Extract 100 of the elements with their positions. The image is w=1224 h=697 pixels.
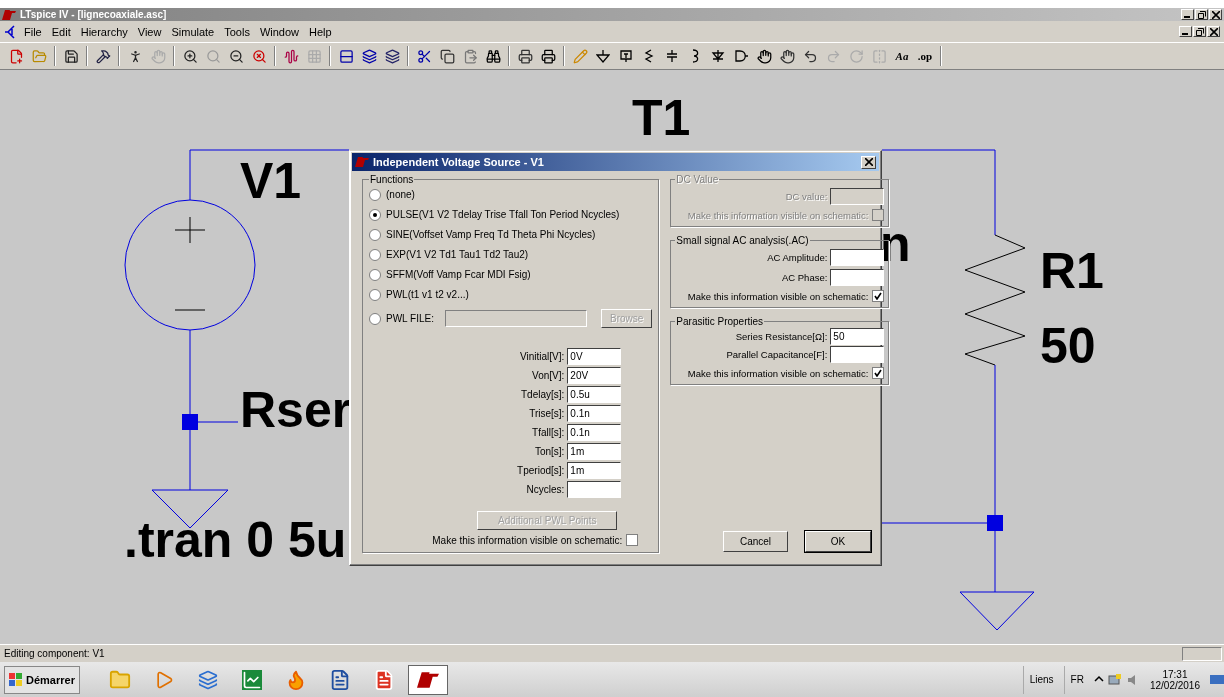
- copy-icon: [439, 48, 455, 64]
- tray-button[interactable]: FR: [1063, 665, 1090, 694]
- tile-icon: [338, 48, 354, 64]
- input-field[interactable]: [830, 269, 885, 286]
- menu-item[interactable]: Simulate: [167, 24, 219, 39]
- input-field[interactable]: 0V: [567, 348, 622, 365]
- menu-item[interactable]: Edit: [47, 24, 75, 39]
- checkbox-label: Make this information visible on schematic:: [432, 534, 623, 546]
- field-label: Tperiod[s]:: [517, 465, 565, 476]
- close-button[interactable]: [1209, 9, 1222, 20]
- folder-icon: [108, 668, 131, 691]
- input-field[interactable]: [830, 346, 885, 363]
- radio-button[interactable]: [369, 248, 381, 261]
- checkbox-label: Make this information visible on schematic:: [687, 290, 869, 302]
- input-field[interactable]: [830, 249, 885, 266]
- magnifier-icon: [205, 48, 221, 64]
- component-icon: [4, 24, 18, 39]
- taskbar-app-button[interactable]: [407, 664, 448, 695]
- tray-button[interactable]: Liens: [1022, 665, 1060, 694]
- schematic-label: .tran 0 5u: [124, 515, 347, 565]
- new-file-icon: [8, 48, 24, 64]
- gate-icon: [734, 49, 748, 63]
- menu-item[interactable]: Help: [305, 24, 336, 39]
- group-title: DC Value: [675, 174, 720, 185]
- minimize-button[interactable]: [1181, 9, 1194, 20]
- radio-button[interactable]: [369, 312, 381, 325]
- rotate-icon: [848, 48, 864, 64]
- restore-icon: [1197, 10, 1206, 19]
- status-text: Editing component: V1: [4, 648, 106, 659]
- close-icon: [864, 158, 873, 166]
- logo-icon: [355, 157, 369, 167]
- schematic-label: 50: [1040, 321, 1096, 371]
- field-label: Tdelay[s]:: [521, 389, 565, 400]
- window-title: LTspice IV - [lignecoaxiale.asc]: [20, 9, 168, 20]
- field-label: Trise[s]:: [529, 408, 565, 419]
- label-icon: [619, 49, 633, 63]
- restore-button[interactable]: [1193, 26, 1206, 37]
- group-title: Parasitic Properties: [675, 316, 765, 327]
- paste-icon: [462, 48, 478, 64]
- radio-button[interactable]: [369, 288, 381, 301]
- close-button[interactable]: [1207, 26, 1220, 37]
- scissors-icon: [416, 48, 432, 64]
- show-desktop-icon: [1210, 673, 1224, 686]
- minimize-button[interactable]: [1179, 26, 1192, 37]
- menu-item[interactable]: View: [133, 24, 166, 39]
- close-icon: [1211, 10, 1220, 19]
- diode-icon: [711, 49, 725, 63]
- zoom-out-icon: [228, 48, 244, 64]
- input-field[interactable]: 50: [830, 328, 885, 345]
- radio-button[interactable]: [369, 188, 381, 201]
- zoom-in-icon: [182, 48, 198, 64]
- printer-icon: [540, 48, 556, 64]
- input-field[interactable]: 0.5u: [567, 386, 622, 403]
- radio-label: SINE(Voffset Vamp Freq Td Theta Phi Ncycles): [386, 229, 596, 240]
- zoom-cancel-icon: [251, 48, 267, 64]
- capacitor-icon: [665, 49, 679, 63]
- clock[interactable]: 17:31 12/02/2016: [1143, 668, 1206, 691]
- input-field[interactable]: 1m: [567, 462, 622, 479]
- text-tool[interactable]: .op: [915, 46, 935, 66]
- radio-button[interactable]: [369, 228, 381, 241]
- field-label: Tfall[s]:: [532, 427, 565, 438]
- input-field[interactable]: [567, 481, 622, 498]
- dialog-button[interactable]: Cancel: [723, 531, 788, 552]
- checkbox[interactable]: [626, 534, 639, 546]
- save-icon: [63, 48, 79, 64]
- checkbox-label: Make this information visible on schematic:: [687, 367, 869, 379]
- input-field[interactable]: 0.1n: [567, 405, 622, 422]
- checkbox[interactable]: [872, 367, 885, 379]
- menu-item[interactable]: Tools: [220, 24, 254, 39]
- menu-item[interactable]: File: [20, 24, 46, 39]
- binoculars-icon: [485, 48, 501, 64]
- group-title: Functions: [369, 174, 415, 185]
- waveform-icon: [283, 48, 299, 64]
- input-field[interactable]: 20V: [567, 367, 622, 384]
- radio-button[interactable]: [369, 268, 381, 281]
- status-panel: [1182, 646, 1222, 661]
- close-button[interactable]: [861, 155, 876, 169]
- schematic-label: V1: [240, 156, 302, 206]
- input-field[interactable]: 1m: [567, 443, 622, 460]
- field-label: Series Resistance[Ω]:: [735, 331, 828, 342]
- grid-icon: [306, 48, 322, 64]
- checkbox[interactable]: [872, 290, 885, 302]
- hand-icon: [756, 48, 772, 64]
- network-icon: [1107, 672, 1122, 687]
- windows-logo-icon: [9, 672, 23, 687]
- restore-button[interactable]: [1195, 9, 1208, 20]
- radio-label: (none): [386, 189, 415, 200]
- menu-item[interactable]: Hierarchy: [76, 24, 132, 39]
- checkbox-label: Make this information visible on schematic:: [687, 209, 869, 221]
- chart-icon: [241, 669, 262, 690]
- field-label: Ton[s]:: [534, 446, 565, 457]
- dialog-title: Independent Voltage Source - V1: [373, 156, 545, 168]
- menu-item[interactable]: Window: [255, 24, 304, 39]
- start-button[interactable]: Démarrer: [4, 665, 80, 694]
- radio-button[interactable]: [369, 208, 381, 221]
- input-field[interactable]: 0.1n: [567, 424, 622, 441]
- logo-icon: [416, 671, 439, 688]
- dialog-button[interactable]: OK: [805, 531, 871, 552]
- text-tool[interactable]: Aa: [892, 46, 912, 66]
- mirror-icon: [871, 48, 887, 64]
